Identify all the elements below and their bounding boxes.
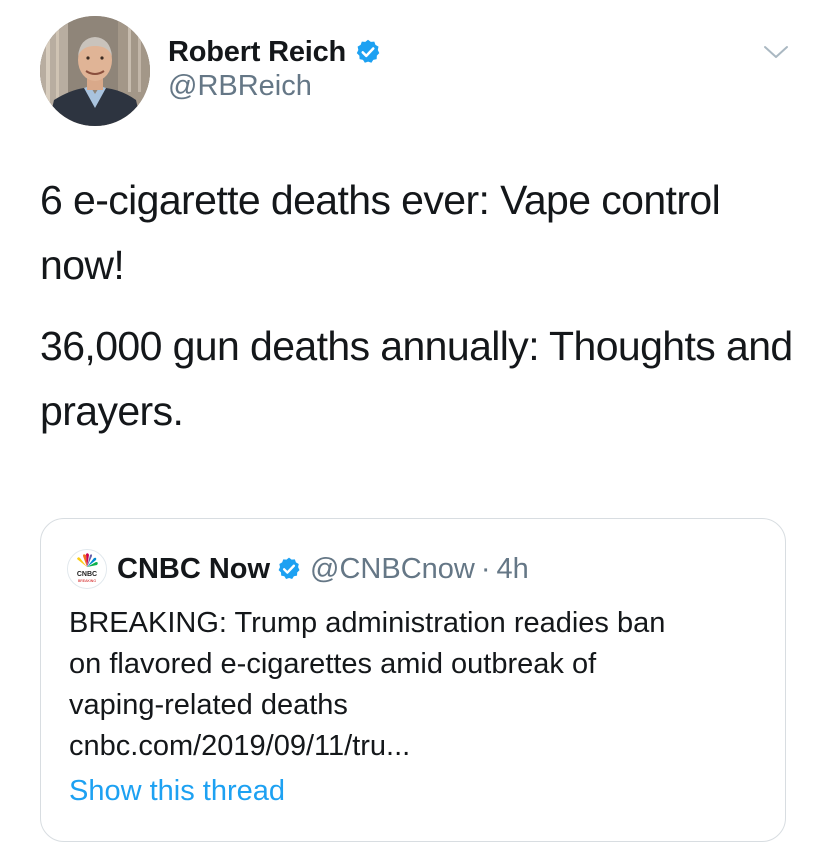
author-name-row[interactable]: Robert Reich <box>168 32 382 72</box>
tweet-paragraph: 6 e-cigarette deaths ever: Vape control … <box>40 177 721 288</box>
verified-badge-icon <box>276 556 302 582</box>
author-handle[interactable]: @RBReich <box>168 70 312 103</box>
tweet-paragraph: 36,000 gun deaths annually: Thoughts and… <box>40 323 793 434</box>
svg-text:CNBC: CNBC <box>77 571 97 578</box>
quoted-tweet-timestamp[interactable]: 4h <box>497 553 529 586</box>
quoted-tweet-card[interactable]: CNBC BREAKING CNBC Now @CNBCnow · 4h BRE… <box>40 518 786 842</box>
show-thread-link[interactable]: Show this thread <box>69 775 285 808</box>
cnbc-logo-icon[interactable]: CNBC BREAKING <box>67 549 107 589</box>
svg-text:BREAKING: BREAKING <box>78 579 96 583</box>
timestamp-separator: · <box>480 552 491 585</box>
author-avatar[interactable] <box>40 16 150 126</box>
quoted-text-line: vaping-related deaths <box>69 689 348 721</box>
quoted-author-name[interactable]: CNBC Now <box>117 553 270 586</box>
verified-badge-icon <box>354 38 382 66</box>
quoted-text-line: on flavored e-cigarettes amid outbreak o… <box>69 648 597 680</box>
user-avatar-photo <box>40 16 150 126</box>
tweet-text: 6 e-cigarette deaths ever: Vape control … <box>40 168 800 444</box>
quoted-author-handle[interactable]: @CNBCnow <box>310 553 475 586</box>
quoted-text-line: BREAKING: Trump administration readies b… <box>69 607 666 639</box>
chevron-down-icon[interactable] <box>762 42 790 62</box>
author-display-name[interactable]: Robert Reich <box>168 36 346 69</box>
quoted-tweet-header: CNBC BREAKING CNBC Now @CNBCnow · 4h <box>67 549 529 589</box>
tweet-header: Robert Reich @RBReich <box>0 0 828 140</box>
quoted-link[interactable]: cnbc.com/2019/09/11/tru... <box>69 726 759 767</box>
quoted-tweet-text: BREAKING: Trump administration readies b… <box>69 603 759 767</box>
